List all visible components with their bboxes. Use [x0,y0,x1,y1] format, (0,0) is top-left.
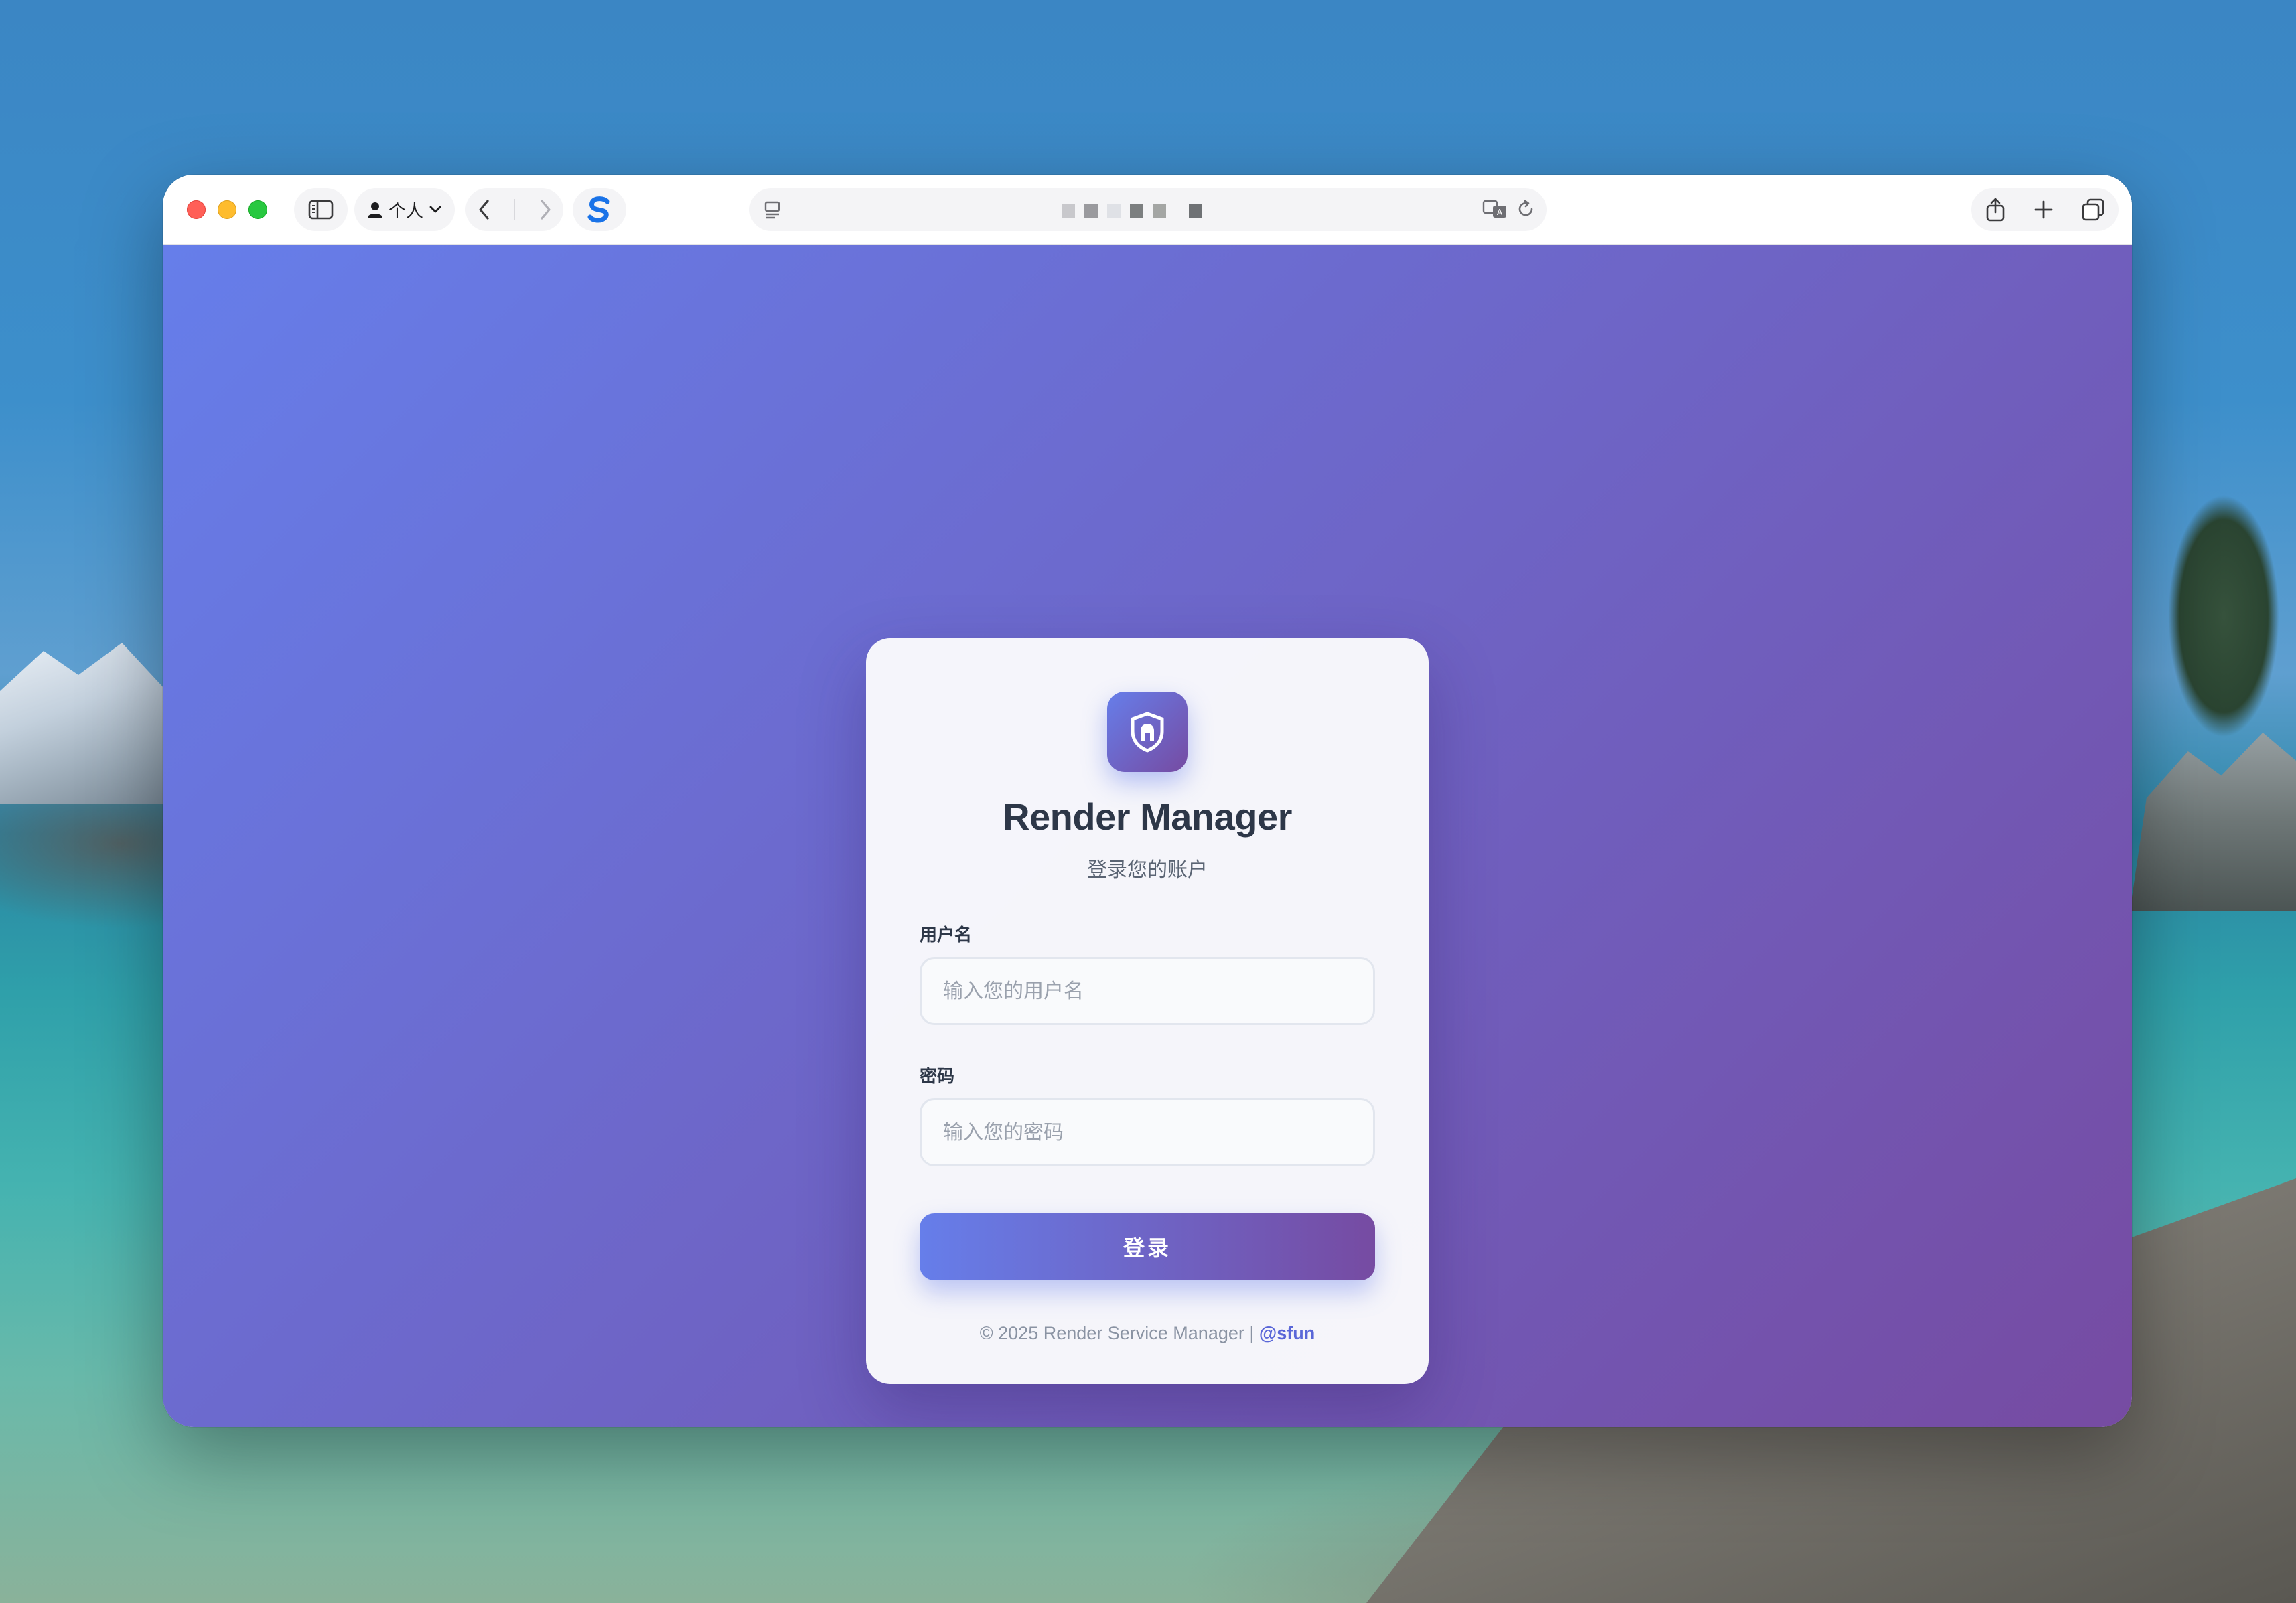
login-subtitle: 登录您的账户 [1087,858,1208,882]
address-bar[interactable]: A [749,188,1547,231]
sidebar-toggle-icon [308,200,334,220]
copyright-text: © 2025 Render Service Manager | [979,1323,1254,1343]
browser-toolbar: 个人 A [163,175,2132,245]
share-icon[interactable] [1985,197,2006,222]
address-actions: A [1482,199,1536,219]
profile-label: 个人 [388,200,423,221]
plus-icon[interactable] [2033,200,2054,220]
password-label: 密码 [920,1067,955,1087]
page-background: Render Manager 登录您的账户 用户名 密码 登录 © 2025 R… [163,245,2132,1427]
minimize-window-button[interactable] [218,200,236,219]
profile-switcher[interactable]: 个人 [354,188,455,231]
chevron-right-icon[interactable] [539,198,552,221]
app-logo [1107,692,1188,772]
author-link[interactable]: @sfun [1259,1323,1315,1343]
browser-window: 个人 A Render Manager 登录您的账户 用户名 输入您的用户名 密… [163,175,2132,1427]
navigation-buttons [465,188,563,231]
masked-url [1062,204,1202,218]
window-actions [1971,188,2119,231]
sfun-extension-icon [587,196,610,223]
login-card: Render Manager 登录您的账户 用户名 密码 登录 © 2025 R… [866,638,1429,1384]
zoom-window-button[interactable] [248,200,267,219]
nav-divider [514,199,515,220]
wallpaper-mountain [0,643,174,804]
chevron-left-icon[interactable] [478,198,491,221]
svg-text:A: A [1497,208,1503,217]
wallpaper-tree [2130,442,2296,790]
reload-icon[interactable] [1516,199,1536,219]
page-menu-icon[interactable] [762,199,783,220]
password-input[interactable] [920,1098,1375,1166]
username-field-group: 用户名 [920,921,1375,1025]
username-label: 用户名 [920,925,973,945]
translate-icon[interactable]: A [1482,199,1508,219]
person-icon [367,202,382,218]
sidebar-toggle-button[interactable] [294,188,348,231]
app-title: Render Manager [1003,795,1292,838]
close-window-button[interactable] [187,200,206,219]
login-button[interactable]: 登录 [920,1213,1375,1280]
username-input[interactable] [920,957,1375,1025]
footer: © 2025 Render Service Manager | @sfun [920,1323,1375,1344]
sfun-extension-button[interactable] [573,188,626,231]
chevron-down-icon [429,206,441,213]
tab-overview-icon[interactable] [2081,198,2105,222]
shield-icon [1131,712,1164,753]
password-field-group: 密码 [920,1063,1375,1166]
